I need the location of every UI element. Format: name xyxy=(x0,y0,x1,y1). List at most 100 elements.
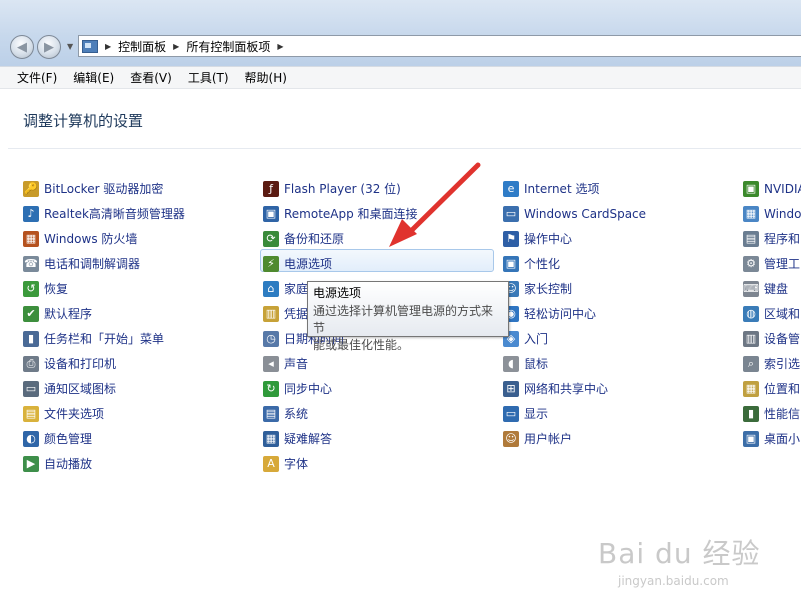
control-panel-item[interactable]: ▭ Windows CardSpace xyxy=(503,201,646,226)
control-panel-item-label: 区域和 xyxy=(764,307,801,321)
breadcrumb-separator-icon[interactable]: ▶ xyxy=(105,42,111,51)
control-panel-item[interactable]: ↺ 恢复 xyxy=(23,276,185,301)
control-panel-item[interactable]: ◐ 颜色管理 xyxy=(23,426,185,451)
page-title: 调整计算机的设置 xyxy=(23,112,144,130)
control-panel-item[interactable]: ⊞ 网络和共享中心 xyxy=(503,376,646,401)
control-panel-item[interactable]: ⌨ 键盘 xyxy=(743,276,801,301)
breadcrumb-control-panel[interactable]: 控制面板 xyxy=(118,38,166,55)
control-panel-item-label: 操作中心 xyxy=(524,232,573,246)
control-panel-item-label: 系统 xyxy=(284,407,309,421)
control-panel-item[interactable]: ▦ 疑难解答 xyxy=(263,426,418,451)
control-panel-item[interactable]: ◂ 声音 xyxy=(263,351,418,376)
menu-edit[interactable]: 编辑(E) xyxy=(65,69,122,86)
control-panel-item-label: 用户帐户 xyxy=(524,432,573,446)
control-panel-item[interactable]: ▶ 自动播放 xyxy=(23,451,185,476)
control-panel-item[interactable]: ◖ 鼠标 xyxy=(503,351,646,376)
forward-button[interactable]: ▶ xyxy=(37,35,61,59)
control-panel-item[interactable]: ▭ 显示 xyxy=(503,401,646,426)
control-panel-item-label: BitLocker 驱动器加密 xyxy=(44,182,164,196)
personalization-icon: ▣ xyxy=(503,255,519,272)
gadgets-icon: ▣ xyxy=(743,430,759,447)
control-panel-item-label: 轻松访问中心 xyxy=(524,307,597,321)
remoteapp-icon: ▣ xyxy=(263,205,279,222)
control-panel-item-label: 恢复 xyxy=(44,282,69,296)
control-panel-item-label: 字体 xyxy=(284,457,309,471)
troubleshoot-icon: ▦ xyxy=(263,430,279,447)
control-panel-item[interactable]: ☺ 家长控制 xyxy=(503,276,646,301)
control-panel-item[interactable]: ƒ Flash Player (32 位) xyxy=(263,176,418,201)
tooltip: 电源选项 通过选择计算机管理电源的方式来节 能或最佳化性能。 xyxy=(307,281,509,352)
indexing-icon: ⌕ xyxy=(743,355,759,372)
control-panel-item[interactable]: ⚑ 操作中心 xyxy=(503,226,646,251)
control-panel-item-label: 入门 xyxy=(524,332,549,346)
display-icon: ▭ xyxy=(503,405,519,422)
control-panel-item-label: 默认程序 xyxy=(44,307,93,321)
control-panel-item[interactable]: ▣ RemoteApp 和桌面连接 xyxy=(263,201,418,226)
control-panel-item[interactable]: ☺ 用户帐户 xyxy=(503,426,646,451)
control-panel-item-label: Windows CardSpace xyxy=(524,206,647,221)
control-panel-item[interactable]: ◉ 轻松访问中心 xyxy=(503,301,646,326)
nvidia-icon: ▣ xyxy=(743,180,759,197)
control-panel-item-label: 设备管 xyxy=(764,332,801,346)
control-panel-item-label: Realtek高清晰音频管理器 xyxy=(44,207,185,221)
realtek-audio-icon: ♪ xyxy=(23,205,39,222)
control-panel-item[interactable]: ◈ 入门 xyxy=(503,326,646,351)
control-panel-item[interactable]: ↻ 同步中心 xyxy=(263,376,418,401)
control-panel-item-label: Internet 选项 xyxy=(524,182,600,196)
control-panel-item[interactable]: A 字体 xyxy=(263,451,418,476)
control-panel-item[interactable]: ▥ 设备管 xyxy=(743,326,801,351)
control-panel-item[interactable]: ▮ 性能信 xyxy=(743,401,801,426)
items-column-4: ▣ NVIDIA ▦ Windo ▤ 程序和 ⚙ 管理工 ⌨ 键盘 ◍ 区域和 ▥ 设备管 ⌕ 索引选 ▦ 位置和… xyxy=(743,176,801,451)
breadcrumb-all-items[interactable]: 所有控制面板项 xyxy=(186,38,270,55)
control-panel-item[interactable]: ⟳ 备份和还原 xyxy=(263,226,418,251)
items-column-3: e Internet 选项 ▭ Windows CardSpace ⚑ 操作中心 ▣ 个性化 ☺… xyxy=(503,176,646,451)
location-icon: ▦ xyxy=(743,380,759,397)
control-panel-item[interactable]: e Internet 选项 xyxy=(503,176,646,201)
menu-file[interactable]: 文件(F) xyxy=(9,69,65,86)
control-panel-item[interactable]: ▤ 程序和 xyxy=(743,226,801,251)
control-panel-item[interactable]: ▣ NVIDIA xyxy=(743,176,801,201)
control-panel-item[interactable]: ⎙ 设备和打印机 xyxy=(23,351,185,376)
forward-arrow-icon: ▶ xyxy=(44,39,54,55)
breadcrumb-separator-icon[interactable]: ▶ xyxy=(173,42,179,51)
system-icon: ▤ xyxy=(263,405,279,422)
control-panel-item-label: 网络和共享中心 xyxy=(524,382,609,396)
menu-help[interactable]: 帮助(H) xyxy=(237,69,295,86)
control-panel-icon xyxy=(82,39,98,53)
control-panel-item[interactable]: ☎ 电话和调制解调器 xyxy=(23,251,185,276)
control-panel-item-label: 家长控制 xyxy=(524,282,573,296)
control-panel-item[interactable]: ⌕ 索引选 xyxy=(743,351,801,376)
control-panel-item-label: 键盘 xyxy=(764,282,789,296)
datetime-icon: ◷ xyxy=(263,330,279,347)
back-button[interactable]: ◀ xyxy=(10,35,34,59)
control-panel-item-label: 电源选项 xyxy=(284,257,333,271)
menu-view[interactable]: 查看(V) xyxy=(122,69,180,86)
control-panel-item[interactable]: ⚙ 管理工 xyxy=(743,251,801,276)
control-panel-item[interactable]: ▤ 系统 xyxy=(263,401,418,426)
tooltip-title: 电源选项 xyxy=(313,286,362,300)
recent-pages-dropdown[interactable]: ▼ xyxy=(67,42,73,51)
backup-icon: ⟳ xyxy=(263,230,279,247)
default-programs-icon: ✔ xyxy=(23,305,39,322)
control-panel-item[interactable]: ▭ 通知区域图标 xyxy=(23,376,185,401)
homegroup-icon: ⌂ xyxy=(263,280,279,297)
control-panel-item[interactable]: ▦ 位置和 xyxy=(743,376,801,401)
control-panel-item-label: 通知区域图标 xyxy=(44,382,117,396)
control-panel-item[interactable]: ✔ 默认程序 xyxy=(23,301,185,326)
admin-tools-icon: ⚙ xyxy=(743,255,759,272)
menu-tools[interactable]: 工具(T) xyxy=(180,69,237,86)
control-panel-item[interactable]: ▮ 任务栏和「开始」菜单 xyxy=(23,326,185,351)
control-panel-item[interactable]: ◍ 区域和 xyxy=(743,301,801,326)
control-panel-item[interactable]: ▦ Windows 防火墙 xyxy=(23,226,185,251)
control-panel-item-label: 桌面小 xyxy=(764,432,801,446)
control-panel-item[interactable]: ▦ Windo xyxy=(743,201,801,226)
control-panel-item[interactable]: ▤ 文件夹选项 xyxy=(23,401,185,426)
control-panel-item[interactable]: ⚡ 电源选项 xyxy=(263,251,418,276)
breadcrumb-separator-icon[interactable]: ▶ xyxy=(277,42,283,51)
control-panel-item-label: 索引选 xyxy=(764,357,801,371)
control-panel-item[interactable]: ♪ Realtek高清晰音频管理器 xyxy=(23,201,185,226)
control-panel-item[interactable]: ▣ 桌面小 xyxy=(743,426,801,451)
address-bar[interactable]: ▶ 控制面板 ▶ 所有控制面板项 ▶ xyxy=(78,35,801,57)
control-panel-item[interactable]: ▣ 个性化 xyxy=(503,251,646,276)
control-panel-item[interactable]: 🔑 BitLocker 驱动器加密 xyxy=(23,176,185,201)
